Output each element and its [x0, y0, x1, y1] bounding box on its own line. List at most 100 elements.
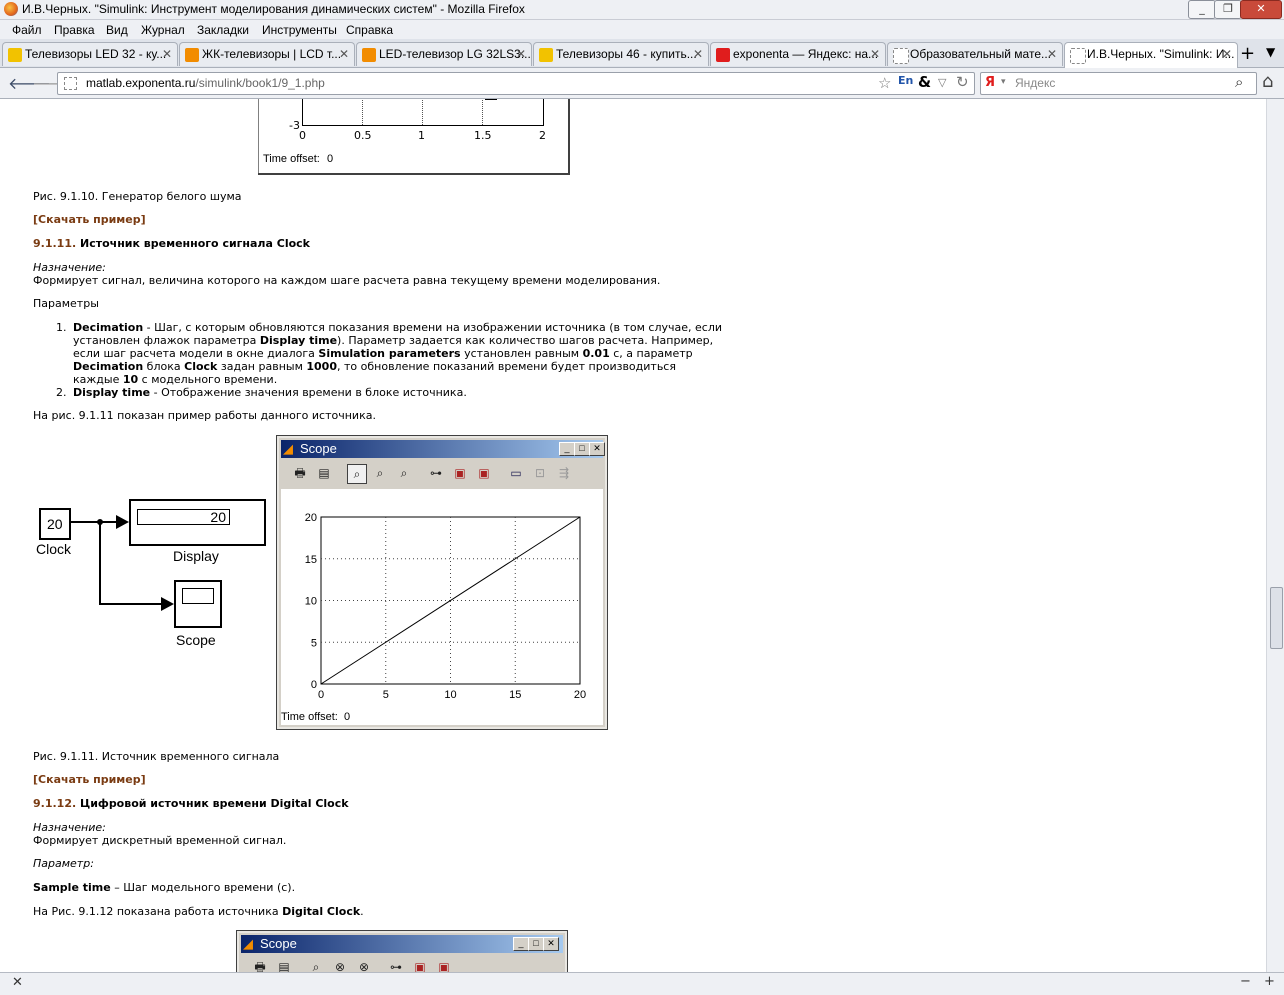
matlab-logo-icon: ◢ — [283, 441, 293, 456]
purpose-label: Назначение: — [33, 261, 106, 274]
list-number: 2. — [56, 386, 67, 399]
item1-line3: если шаг расчета модели в окне диалога S… — [73, 347, 693, 360]
restore-axes-icon[interactable]: ▣ — [475, 464, 493, 482]
tab-close-icon[interactable]: ✕ — [1047, 47, 1057, 61]
signal-selector-icon[interactable]: ⇶ — [555, 464, 573, 482]
tab-7-active[interactable]: И.В.Черных. "Simulink: И... ✕ — [1064, 42, 1238, 68]
download-example-link-1[interactable]: [Скачать пример] — [33, 213, 146, 226]
menu-help[interactable]: Справка — [346, 23, 393, 37]
window-titlebar: И.В.Черных. "Simulink: Инструмент модели… — [0, 0, 1284, 20]
lock-axes-icon[interactable]: ⊡ — [531, 464, 549, 482]
home-icon[interactable]: ⌂ — [1262, 71, 1273, 92]
menu-tools[interactable]: Инструменты — [262, 23, 337, 37]
scope-window[interactable]: ◢ Scope _ □ ✕ 🖶 ▤ ⌕ ⌕ ⌕ ⊶ ▣ ▣ ▭ ⊡ ⇶ 0 5 10… — [276, 435, 608, 730]
top-x-tick: 1.5 — [474, 129, 492, 142]
scope2-minimize-button[interactable]: _ — [513, 937, 529, 951]
print-icon[interactable]: 🖶 — [291, 464, 309, 482]
top-x-tick: 0 — [299, 129, 306, 142]
scope2-close-button[interactable]: ✕ — [543, 937, 559, 951]
language-indicator[interactable]: En — [898, 74, 913, 87]
scope-close-button[interactable]: ✕ — [589, 442, 605, 456]
autoscale-binoculars-icon[interactable]: ⊶ — [427, 464, 445, 482]
search-icon[interactable]: ⌕ — [1235, 73, 1243, 91]
search-engine-chevron-down-icon[interactable]: ▾ — [1001, 77, 1006, 87]
status-bar: ✕ − + — [0, 972, 1284, 995]
parameters-icon[interactable]: ▤ — [275, 958, 293, 972]
scope-titlebar[interactable]: ◢ Scope _ □ ✕ — [281, 440, 605, 458]
firefox-logo-icon — [4, 2, 18, 16]
tab-close-icon[interactable]: ✕ — [1222, 47, 1232, 61]
dropdown-chevron-down-icon[interactable]: ▽ — [938, 76, 946, 89]
url-text: matlab.exponenta.ru/simulink/book1/9_1.p… — [86, 76, 325, 90]
save-axes-icon[interactable]: ▣ — [451, 464, 469, 482]
tab-favicon-icon — [8, 48, 22, 62]
tab-close-icon[interactable]: ✕ — [339, 47, 349, 61]
top-x-tick: 1 — [418, 129, 425, 142]
tab-1[interactable]: Телевизоры LED 32 - ку... ✕ — [2, 42, 178, 66]
bookmark-star-icon[interactable]: ☆ — [878, 74, 891, 92]
url-bar[interactable]: matlab.exponenta.ru/simulink/book1/9_1.p… — [57, 72, 975, 95]
top-x-tick: 0.5 — [354, 129, 372, 142]
close-findbar-icon[interactable]: ✕ — [12, 975, 23, 990]
zoom-out-icon[interactable]: − — [1240, 974, 1251, 989]
zoom-y-icon[interactable]: ⌕ — [395, 464, 413, 482]
tab-bar: Телевизоры LED 32 - ку... ✕ ЖК-телевизор… — [0, 39, 1284, 68]
menu-history[interactable]: Журнал — [141, 23, 185, 37]
autoscale-binoculars-icon[interactable]: ⊶ — [387, 958, 405, 972]
zoom-y-icon[interactable]: ⊗ — [355, 958, 373, 972]
tab-close-icon[interactable]: ✕ — [870, 47, 880, 61]
navigation-bar: 🡐 🡒 matlab.exponenta.ru/simulink/book1/9… — [0, 68, 1284, 99]
page-content: -3 0 0.5 1 1.5 2 Time offset: 0 Рис. 9.1… — [0, 99, 1266, 972]
scrollbar-thumb[interactable] — [1270, 587, 1283, 649]
item2-line: Display time - Отображение значения врем… — [73, 386, 467, 399]
maximize-button[interactable]: ❐ — [1214, 0, 1242, 19]
minimize-button[interactable]: _ — [1188, 0, 1216, 19]
tab-5[interactable]: exponenta — Яндекс: на... ✕ — [710, 42, 886, 66]
menu-file[interactable]: Файл — [12, 23, 42, 37]
x-tick-label: 15 — [509, 689, 521, 701]
restore-axes-icon[interactable]: ▣ — [435, 958, 453, 972]
zoom-x-icon[interactable]: ⌕ — [371, 464, 389, 482]
scope2-maximize-button[interactable]: □ — [528, 937, 544, 951]
scope-minimize-button[interactable]: _ — [559, 442, 575, 456]
parameters-icon[interactable]: ▤ — [315, 464, 333, 482]
menu-bookmarks[interactable]: Закладки — [197, 23, 249, 37]
param-label: Параметр: — [33, 857, 94, 870]
tab-6[interactable]: Образовательный мате... ✕ — [887, 42, 1063, 66]
item1-line2: установлен флажок параметра Display time… — [73, 334, 714, 347]
scope-window-2[interactable]: ◢ Scope _ □ ✕ 🖶 ▤ ⌕ ⊗ ⊗ ⊶ ▣ ▣ — [236, 930, 568, 972]
ampersand-addon-icon[interactable]: & — [918, 73, 931, 91]
tab-3[interactable]: LED-телевизор LG 32LS3... ✕ — [356, 42, 532, 66]
fig10-caption: Рис. 9.1.10. Генератор белого шума — [33, 190, 242, 203]
zoom-x-icon[interactable]: ⊗ — [331, 958, 349, 972]
close-window-button[interactable]: ✕ — [1240, 0, 1282, 19]
tab-close-icon[interactable]: ✕ — [162, 47, 172, 61]
time-offset-label: Time offset: — [281, 711, 338, 723]
print-icon[interactable]: 🖶 — [251, 958, 269, 972]
tab-close-icon[interactable]: ✕ — [516, 47, 526, 61]
zoom-in-icon[interactable]: + — [1264, 974, 1275, 989]
save-axes-icon[interactable]: ▣ — [411, 958, 429, 972]
tab-favicon-icon — [716, 48, 730, 62]
vertical-scrollbar[interactable] — [1266, 99, 1284, 972]
y-tick-label: 20 — [305, 512, 317, 524]
signal-lines — [69, 515, 174, 611]
tab-favicon-icon — [539, 48, 553, 62]
tab-close-icon[interactable]: ✕ — [693, 47, 703, 61]
tab-list-chevron-down-icon[interactable]: ▼ — [1266, 45, 1275, 59]
menu-edit[interactable]: Правка — [54, 23, 95, 37]
new-tab-button[interactable]: + — [1240, 43, 1255, 64]
tab-favicon-icon — [893, 48, 909, 64]
search-box[interactable]: Я ▾ Яндекс ⌕ — [980, 72, 1257, 95]
zoom-icon[interactable]: ⌕ — [347, 464, 367, 484]
s11-purpose-text: Формирует сигнал, величина которого на к… — [33, 274, 661, 287]
tab-2[interactable]: ЖК-телевизоры | LCD т... ✕ — [179, 42, 355, 66]
scope2-titlebar[interactable]: ◢ Scope _ □ ✕ — [241, 935, 563, 953]
floating-scope-icon[interactable]: ▭ — [507, 464, 525, 482]
scope-maximize-button[interactable]: □ — [574, 442, 590, 456]
download-example-link-2[interactable]: [Скачать пример] — [33, 773, 146, 786]
reload-icon[interactable]: ↻ — [956, 73, 969, 91]
zoom-icon[interactable]: ⌕ — [307, 958, 325, 972]
tab-4[interactable]: Телевизоры 46 - купить... ✕ — [533, 42, 709, 66]
menu-view[interactable]: Вид — [106, 23, 128, 37]
